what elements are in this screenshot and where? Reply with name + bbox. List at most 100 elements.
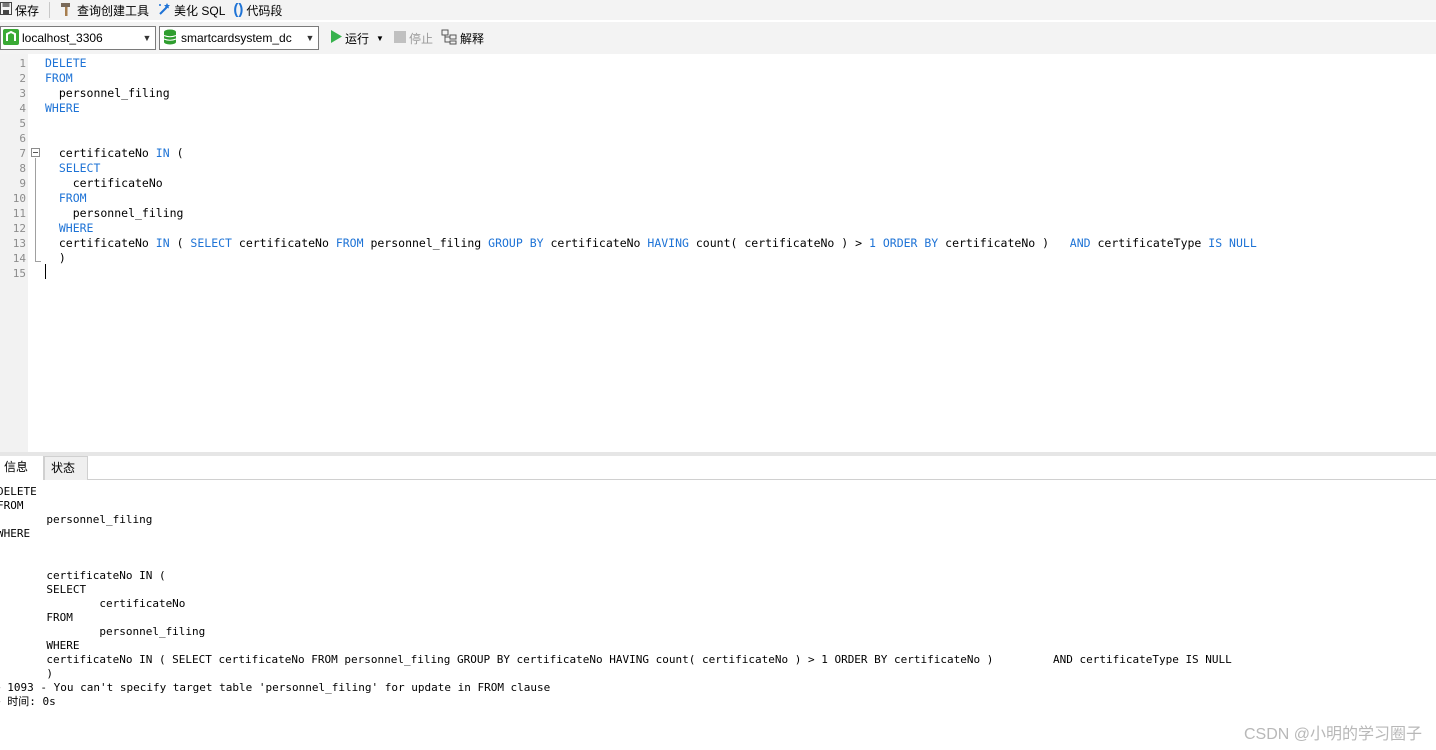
database-select[interactable]: smartcardsystem_dc ▼	[159, 26, 319, 50]
line-number: 12	[12, 222, 26, 235]
sql-text: certificateNo )	[938, 236, 1070, 250]
connection-select[interactable]: localhost_3306 ▼	[0, 26, 156, 50]
fold-guide-end	[35, 261, 41, 262]
sql-keyword: AND	[1069, 236, 1091, 250]
message-line: certificateNo IN (	[0, 569, 166, 582]
sql-text: certificateNo	[231, 236, 336, 250]
code-line: personnel_filing	[45, 86, 170, 101]
beautify-sql-button[interactable]: 美化 SQL	[153, 0, 229, 20]
code-line: FROM	[45, 71, 73, 86]
code-line: FROM	[45, 191, 87, 206]
hammer-icon	[60, 2, 74, 19]
sql-keyword: SELECT	[58, 161, 101, 175]
sql-keyword: FROM	[58, 191, 87, 205]
query-builder-label: 查询创建工具	[77, 3, 150, 18]
chevron-down-icon: ▼	[142, 33, 152, 43]
run-button[interactable]: 运行 ▼	[327, 26, 387, 50]
tab-status[interactable]: 状态	[44, 456, 88, 480]
sql-text: personnel_filing	[363, 236, 489, 250]
stop-button[interactable]: 停止	[391, 26, 436, 50]
sql-keyword: DELETE	[45, 56, 87, 70]
message-line: WHERE	[0, 639, 80, 652]
fold-guide	[35, 158, 36, 262]
code-line: personnel_filing	[45, 206, 184, 221]
sql-editor[interactable]: 1 2 3 4 5 6 7 8 9 10 11 12 13 14 15 DELETE FROM personn…	[0, 54, 1436, 452]
connection-icon	[3, 28, 19, 48]
sql-text: personnel_filing	[45, 206, 184, 220]
message-line: > 1093 - You can't specify target table …	[0, 681, 551, 694]
code-line: SELECT	[45, 161, 101, 176]
message-line: personnel_filing	[0, 513, 153, 526]
line-number: 5	[19, 117, 26, 130]
line-number: 14	[12, 252, 26, 265]
save-icon	[0, 2, 12, 18]
chevron-down-icon: ▼	[305, 33, 315, 43]
beautify-sql-label: 美化 SQL	[174, 3, 226, 18]
sql-text: certificateNo	[45, 146, 156, 160]
save-label: 保存	[15, 3, 40, 18]
sql-text: (	[169, 236, 191, 250]
play-icon	[330, 30, 342, 46]
code-line: certificateNo IN ( SELECT certificateNo …	[45, 236, 1257, 251]
line-number: 1	[19, 57, 26, 70]
line-number: 2	[19, 72, 26, 85]
run-dropdown-icon[interactable]: ▼	[376, 34, 384, 43]
run-label: 运行	[345, 31, 370, 46]
query-builder-button[interactable]: 查询创建工具	[56, 0, 153, 20]
line-number: 15	[12, 267, 26, 280]
line-number: 3	[19, 87, 26, 100]
main-toolbar: 保存 查询创建工具 美化 SQL () 代码段	[0, 0, 1436, 20]
text-cursor	[45, 264, 46, 279]
message-line: personnel_filing	[0, 625, 206, 638]
sql-keyword: WHERE	[58, 221, 94, 235]
sql-text: personnel_filing	[45, 86, 170, 100]
line-number: 10	[12, 192, 26, 205]
explain-icon	[441, 29, 457, 48]
sql-keyword: 1	[868, 236, 876, 250]
sql-text: certificateType	[1090, 236, 1209, 250]
sql-text: certificateNo	[543, 236, 648, 250]
query-toolbar: localhost_3306 ▼ smartcardsystem_dc ▼ 运行…	[0, 22, 1436, 54]
fold-toggle-icon[interactable]	[31, 148, 40, 157]
sql-keyword: ORDER BY	[882, 236, 939, 250]
sql-text: )	[45, 251, 66, 265]
code-snippet-label: 代码段	[246, 3, 283, 18]
sql-keyword: FROM	[335, 236, 364, 250]
message-line: )	[0, 667, 53, 680]
toolbar-divider	[49, 2, 51, 18]
code-snippet-button[interactable]: () 代码段	[229, 0, 286, 20]
tab-info[interactable]: 信息	[0, 456, 44, 480]
line-number-gutter: 1 2 3 4 5 6 7 8 9 10 11 12 13 14 15	[0, 54, 28, 452]
message-line: SELECT	[0, 583, 87, 596]
code-line: )	[45, 251, 66, 266]
message-line: certificateNo IN ( SELECT certificateNo …	[0, 653, 1232, 666]
message-line: WHERE	[0, 527, 31, 540]
database-icon	[162, 29, 178, 48]
sql-keyword: IN	[155, 236, 170, 250]
code-line: DELETE	[45, 56, 87, 71]
line-number: 9	[19, 177, 26, 190]
sql-text: count( certificateNo ) >	[688, 236, 869, 250]
save-button[interactable]: 保存	[0, 0, 43, 20]
message-line: FROM	[0, 611, 73, 624]
code-line: WHERE	[45, 221, 94, 236]
sql-keyword: WHERE	[45, 101, 80, 115]
line-number: 8	[19, 162, 26, 175]
explain-label: 解释	[459, 31, 484, 46]
line-number: 6	[19, 132, 26, 145]
code-line: certificateNo IN (	[45, 146, 184, 161]
explain-button[interactable]: 解释	[438, 26, 487, 50]
sql-keyword: GROUP BY	[488, 236, 544, 250]
sql-text: (	[169, 146, 184, 160]
stop-icon	[393, 30, 406, 46]
connection-value: localhost_3306	[22, 31, 103, 45]
message-line: FROM	[0, 499, 24, 512]
code-line: WHERE	[45, 101, 80, 116]
sql-keyword: FROM	[45, 71, 73, 85]
sql-keyword: HAVING	[647, 236, 689, 250]
stop-label: 停止	[408, 31, 433, 46]
